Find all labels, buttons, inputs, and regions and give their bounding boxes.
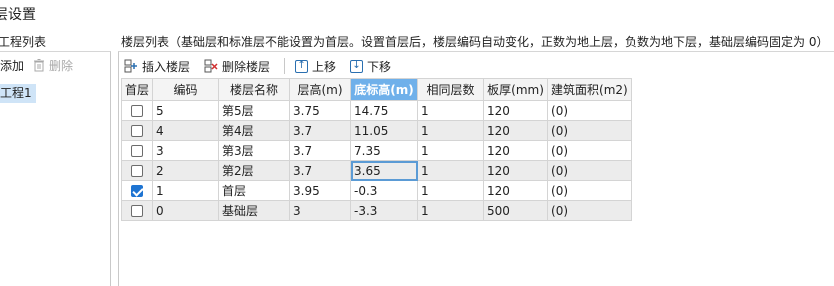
delete-floor-icon — [204, 59, 218, 73]
first-floor-checkbox[interactable] — [131, 105, 143, 117]
delete-floor-button[interactable]: 删除楼层 — [204, 58, 270, 75]
move-up-label: 上移 — [312, 59, 337, 74]
col-header-bottom[interactable]: 底标高(m) — [350, 78, 419, 101]
cell-same-count[interactable]: 1 — [417, 160, 485, 181]
cell-floor-name[interactable]: 第5层 — [218, 100, 291, 121]
first-floor-checkbox[interactable] — [131, 165, 143, 177]
add-project-button[interactable]: 添加 — [0, 57, 24, 74]
table-row[interactable]: 4 第4层 3.7 11.05 1 120 (0) — [120, 120, 632, 141]
cell-slab-thickness[interactable]: 120 — [483, 180, 549, 201]
insert-floor-icon — [124, 59, 137, 73]
arrow-down-icon: ↓ — [350, 59, 364, 73]
table-header-row: 首层 编码 楼层名称 层高(m) 底标高(m) 相同层数 板厚(mm) 建筑面积… — [120, 78, 632, 101]
cell-same-count[interactable]: 1 — [417, 120, 485, 141]
cell-code[interactable]: 1 — [152, 180, 220, 201]
trash-icon — [34, 59, 45, 72]
delete-floor-label: 删除楼层 — [222, 59, 271, 74]
move-down-button[interactable]: ↓ 下移 — [350, 58, 391, 75]
arrow-up-icon: ↑ — [295, 59, 309, 73]
cell-area[interactable]: (0) — [547, 180, 632, 201]
first-floor-checkbox[interactable] — [131, 125, 143, 137]
floor-list-label: 楼层列表（基础层和标准层不能设置为首层。设置首层后，楼层编码自动变化，正数为地上… — [121, 35, 829, 49]
cell-height[interactable]: 3.7 — [289, 120, 352, 141]
cell-area[interactable]: (0) — [547, 120, 632, 141]
cell-first-floor — [120, 200, 154, 221]
cell-height[interactable]: 3.75 — [289, 100, 352, 121]
cell-height[interactable]: 3.7 — [289, 140, 352, 161]
cell-bottom-elevation[interactable]: -0.3 — [350, 180, 419, 201]
toolbar-divider — [284, 58, 286, 74]
project-item[interactable]: 工程1 — [0, 84, 36, 103]
col-header-same[interactable]: 相同层数 — [417, 78, 485, 101]
cell-slab-thickness[interactable]: 500 — [483, 200, 549, 221]
dialog-title: 层设置 — [0, 7, 36, 23]
col-header-area[interactable]: 建筑面积(m2) — [547, 78, 632, 101]
move-up-button[interactable]: ↑ 上移 — [295, 58, 336, 75]
cell-floor-name[interactable]: 首层 — [218, 180, 291, 201]
cell-code[interactable]: 4 — [152, 120, 220, 141]
project-list-label: 工程列表 — [0, 35, 47, 49]
table-row[interactable]: 2 第2层 3.7 3.65 1 120 (0) — [120, 160, 632, 181]
cell-slab-thickness[interactable]: 120 — [483, 160, 549, 181]
cell-first-floor — [120, 140, 154, 161]
cell-bottom-elevation[interactable]: 14.75 — [350, 100, 419, 121]
cell-bottom-elevation[interactable]: 7.35 — [350, 140, 419, 161]
cell-code[interactable]: 2 — [152, 160, 220, 181]
col-header-name[interactable]: 楼层名称 — [218, 78, 291, 101]
col-header-code[interactable]: 编码 — [152, 78, 220, 101]
table-row[interactable]: 1 首层 3.95 -0.3 1 120 (0) — [120, 180, 632, 201]
cell-first-floor — [120, 120, 154, 141]
cell-floor-name[interactable]: 第2层 — [218, 160, 291, 181]
cell-floor-name[interactable]: 基础层 — [218, 200, 291, 221]
first-floor-checkbox[interactable] — [131, 145, 143, 157]
cell-code[interactable]: 5 — [152, 100, 220, 121]
floor-table: 首层 编码 楼层名称 层高(m) 底标高(m) 相同层数 板厚(mm) 建筑面积… — [120, 78, 632, 221]
cell-area[interactable]: (0) — [547, 100, 632, 121]
cell-height[interactable]: 3 — [289, 200, 352, 221]
cell-code[interactable]: 0 — [152, 200, 220, 221]
delete-project-button[interactable]: 删除 — [32, 57, 73, 74]
cell-first-floor — [120, 160, 154, 181]
col-header-first[interactable]: 首层 — [120, 78, 154, 101]
floor-toolbar: 插入楼层 删除楼层 ↑ 上移 ↓ 下移 — [124, 55, 405, 77]
cell-first-floor — [120, 100, 154, 121]
add-project-label: 添加 — [0, 58, 25, 73]
cell-area[interactable]: (0) — [547, 140, 632, 161]
cell-area[interactable]: (0) — [547, 200, 632, 221]
project-toolbar: 添加 删除 — [0, 53, 73, 77]
table-row[interactable]: 0 基础层 3 -3.3 1 500 (0) — [120, 200, 632, 221]
cell-floor-name[interactable]: 第4层 — [218, 120, 291, 141]
cell-same-count[interactable]: 1 — [417, 140, 485, 161]
insert-floor-button[interactable]: 插入楼层 — [124, 58, 190, 75]
table-row[interactable]: 5 第5层 3.75 14.75 1 120 (0) — [120, 100, 632, 121]
cell-same-count[interactable]: 1 — [417, 100, 485, 121]
insert-floor-label: 插入楼层 — [142, 59, 191, 74]
cell-floor-name[interactable]: 第3层 — [218, 140, 291, 161]
cell-slab-thickness[interactable]: 120 — [483, 140, 549, 161]
first-floor-checkbox[interactable] — [131, 205, 143, 217]
cell-bottom-elevation[interactable]: 3.65 — [350, 160, 419, 181]
cell-same-count[interactable]: 1 — [417, 180, 485, 201]
cell-code[interactable]: 3 — [152, 140, 220, 161]
cell-slab-thickness[interactable]: 120 — [483, 100, 549, 121]
cell-slab-thickness[interactable]: 120 — [483, 120, 549, 141]
cell-height[interactable]: 3.7 — [289, 160, 352, 181]
col-header-thick[interactable]: 板厚(mm) — [483, 78, 549, 101]
cell-bottom-elevation[interactable]: -3.3 — [350, 200, 419, 221]
move-down-label: 下移 — [367, 59, 392, 74]
cell-first-floor — [120, 180, 154, 201]
cell-height[interactable]: 3.95 — [289, 180, 352, 201]
cell-same-count[interactable]: 1 — [417, 200, 485, 221]
table-row[interactable]: 3 第3层 3.7 7.35 1 120 (0) — [120, 140, 632, 161]
first-floor-checkbox[interactable] — [131, 185, 143, 197]
col-header-height[interactable]: 层高(m) — [289, 78, 352, 101]
delete-project-label: 删除 — [49, 58, 74, 73]
cell-area[interactable]: (0) — [547, 160, 632, 181]
cell-bottom-elevation[interactable]: 11.05 — [350, 120, 419, 141]
